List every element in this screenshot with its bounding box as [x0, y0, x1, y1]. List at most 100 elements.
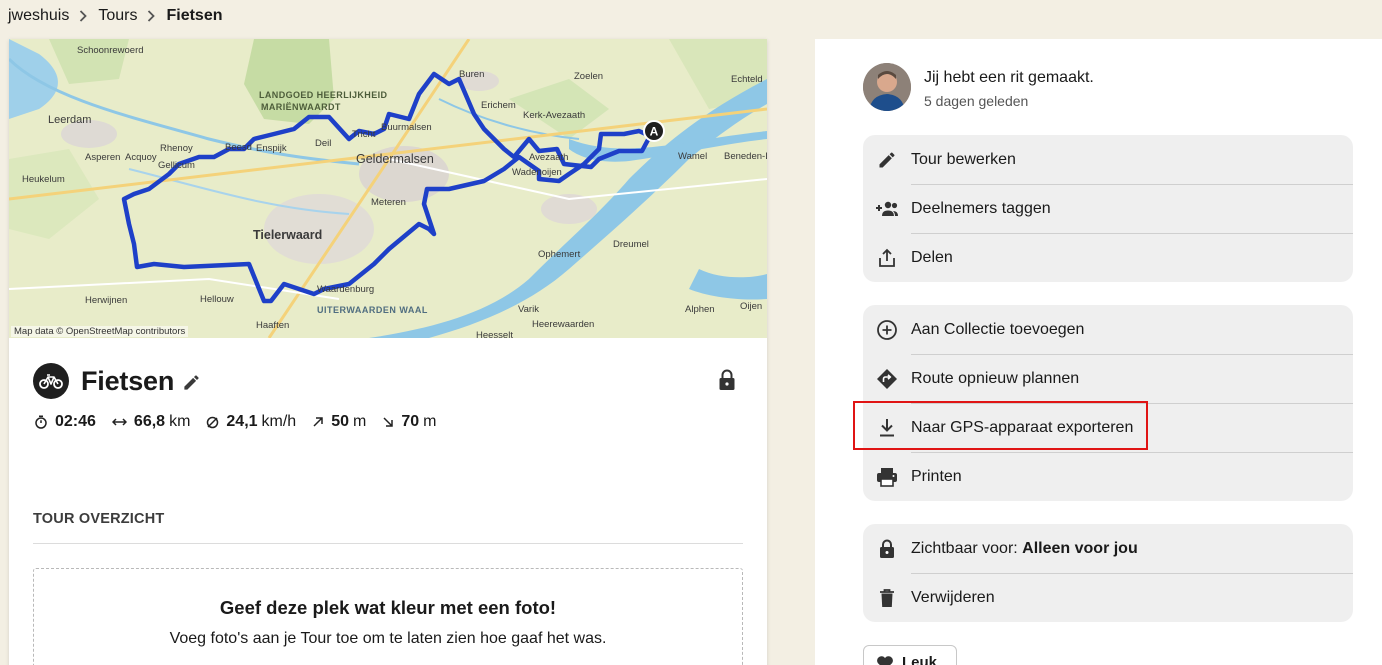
svg-text:Schoonrewoerd: Schoonrewoerd: [77, 45, 144, 56]
stat-descent-unit: m: [423, 413, 437, 430]
svg-text:Acquoy: Acquoy: [125, 152, 157, 163]
visibility-value: Alleen voor jou: [1022, 539, 1138, 557]
stat-speed: 24,1 km/h: [206, 413, 296, 431]
menu-item-label: Route opnieuw plannen: [911, 369, 1080, 387]
lock-icon: [875, 537, 899, 561]
svg-text:Haaften: Haaften: [256, 320, 289, 331]
svg-text:Alphen: Alphen: [685, 304, 715, 315]
bike-icon: [33, 363, 69, 399]
menu-item-label: Aan Collectie toevoegen: [911, 320, 1085, 338]
svg-text:Ophemert: Ophemert: [538, 249, 581, 260]
activity-header: Jij hebt een rit gemaakt. 5 dagen gelede…: [863, 63, 1094, 111]
menu-item-label: Tour bewerken: [911, 150, 1016, 168]
like-label: Leuk: [902, 654, 938, 665]
menu-item-delen[interactable]: Delen: [863, 233, 1353, 282]
menu-item-tour-bewerken[interactable]: Tour bewerken: [863, 135, 1353, 184]
svg-text:MARIËNWAARDT: MARIËNWAARDT: [261, 102, 341, 112]
divider: [33, 543, 743, 544]
breadcrumb-current: Fietsen: [166, 7, 223, 24]
activity-time: 5 dagen geleden: [924, 93, 1029, 109]
svg-text:Meteren: Meteren: [371, 197, 406, 208]
pencil-icon: [875, 148, 899, 172]
chevron-right-icon: [79, 10, 88, 22]
stat-duration: 02:46: [34, 413, 96, 431]
svg-text:Waardenburg: Waardenburg: [317, 284, 374, 295]
svg-text:Beneden-Leeuwen: Beneden-Leeuwen: [724, 151, 767, 162]
share-icon: [875, 246, 899, 270]
route-icon: [875, 367, 899, 391]
svg-text:Geldermalsen: Geldermalsen: [356, 152, 434, 166]
tour-title: Fietsen: [81, 365, 175, 396]
stat-distance-value: 66,8: [133, 413, 166, 430]
menu-item-label: Zichtbaar voor: Alleen voor jou: [911, 540, 1138, 558]
heart-icon: [877, 656, 893, 665]
svg-text:Gellicum: Gellicum: [158, 160, 195, 171]
stat-ascent-unit: m: [353, 413, 367, 430]
photo-title: Geef deze plek wat kleur met een foto!: [219, 597, 557, 618]
arrow-up-right-icon: [313, 417, 323, 427]
stopwatch-icon: [35, 415, 47, 429]
svg-text:Zoelen: Zoelen: [574, 71, 603, 82]
menu-item-label: Deelnemers taggen: [911, 199, 1051, 217]
menu-item-route-opnieuw-plannen[interactable]: Route opnieuw plannen: [863, 354, 1353, 403]
tour-header: Fietsen: [33, 363, 201, 399]
stat-speed-unit: km/h: [261, 413, 297, 430]
activity-text: Jij hebt een rit gemaakt. 5 dagen gelede…: [924, 69, 1094, 111]
menu-item-printen[interactable]: Printen: [863, 452, 1353, 501]
edit-title-pencil-icon[interactable]: [182, 373, 201, 392]
menu-item-label: Printen: [911, 467, 962, 485]
svg-text:Avezaath: Avezaath: [529, 152, 568, 163]
menu-item-label: Naar GPS-apparaat exporteren: [911, 418, 1134, 436]
breadcrumb: jweshuis Tours Fietsen: [8, 5, 223, 27]
average-speed-icon: [207, 416, 219, 428]
lock-icon: [718, 369, 736, 396]
photo-subtitle: Voeg foto's aan je Tour toe om te laten …: [169, 630, 607, 647]
stat-descent: 70 m: [382, 413, 436, 431]
menu-item-verwijderen[interactable]: Verwijderen: [863, 573, 1353, 622]
svg-text:Erichem: Erichem: [481, 100, 516, 111]
menu-item-visibility[interactable]: Zichtbaar voor: Alleen voor jou: [863, 524, 1353, 573]
svg-text:Heukelum: Heukelum: [22, 174, 65, 185]
stat-distance-unit: km: [169, 413, 191, 430]
map-attribution[interactable]: Map data © OpenStreetMap contributors: [11, 326, 189, 337]
menu-item-deelnemers-taggen[interactable]: Deelnemers taggen: [863, 184, 1353, 233]
svg-text:Buurmalsen: Buurmalsen: [381, 122, 432, 133]
people-add-icon: [875, 197, 899, 221]
svg-text:Wamel: Wamel: [678, 151, 707, 162]
menu-group-settings: Zichtbaar voor: Alleen voor jou Verwijde…: [863, 524, 1353, 622]
svg-text:Rhenoy: Rhenoy: [160, 143, 193, 154]
menu-item-label: Delen: [911, 248, 953, 266]
menu-item-label: Verwijderen: [911, 588, 995, 606]
like-button[interactable]: Leuk: [863, 645, 957, 665]
menu-item-aan-collectie-toevoegen[interactable]: Aan Collectie toevoegen: [863, 305, 1353, 354]
svg-text:Enspijk: Enspijk: [256, 143, 287, 154]
svg-text:LANDGOED HEERLIJKHEID: LANDGOED HEERLIJKHEID: [259, 90, 388, 100]
svg-text:Dreumel: Dreumel: [613, 239, 649, 250]
svg-text:Heerewaarden: Heerewaarden: [532, 319, 594, 330]
stat-duration-value: 02:46: [55, 413, 96, 430]
svg-text:Herwijnen: Herwijnen: [85, 295, 127, 306]
stat-speed-value: 24,1: [226, 413, 258, 430]
stat-distance: 66,8 km: [111, 413, 191, 431]
chevron-right-icon: [147, 10, 156, 22]
svg-text:Deil: Deil: [315, 138, 331, 149]
svg-text:Kerk-Avezaath: Kerk-Avezaath: [523, 110, 585, 121]
svg-text:UITERWAARDEN WAAL: UITERWAARDEN WAAL: [317, 305, 428, 315]
svg-text:Tielerwaard: Tielerwaard: [253, 228, 322, 242]
svg-text:Hellouw: Hellouw: [200, 294, 234, 305]
breadcrumb-user[interactable]: jweshuis: [8, 7, 69, 25]
avatar[interactable]: [863, 63, 911, 111]
tour-map[interactable]: A Schoonrewoerd LANDGOED HEERLIJKHEID MA…: [9, 39, 767, 338]
svg-text:Beesd: Beesd: [225, 142, 252, 153]
section-title-overview: TOUR OVERZICHT: [33, 511, 165, 527]
svg-text:Echteld: Echteld: [731, 74, 763, 85]
breadcrumb-tours[interactable]: Tours: [98, 7, 137, 25]
download-icon: [875, 416, 899, 440]
menu-item-naar-gps-apparaat-exporteren[interactable]: Naar GPS-apparaat exporteren: [863, 403, 1353, 452]
activity-title: Jij hebt een rit gemaakt.: [924, 69, 1094, 86]
svg-text:Tricht: Tricht: [352, 129, 376, 140]
visibility-prefix: Zichtbaar voor:: [911, 539, 1023, 557]
svg-text:Heesselt: Heesselt: [476, 330, 513, 338]
photo-upload-box[interactable]: Geef deze plek wat kleur met een foto! V…: [33, 568, 743, 665]
svg-text:Buren: Buren: [459, 69, 484, 80]
